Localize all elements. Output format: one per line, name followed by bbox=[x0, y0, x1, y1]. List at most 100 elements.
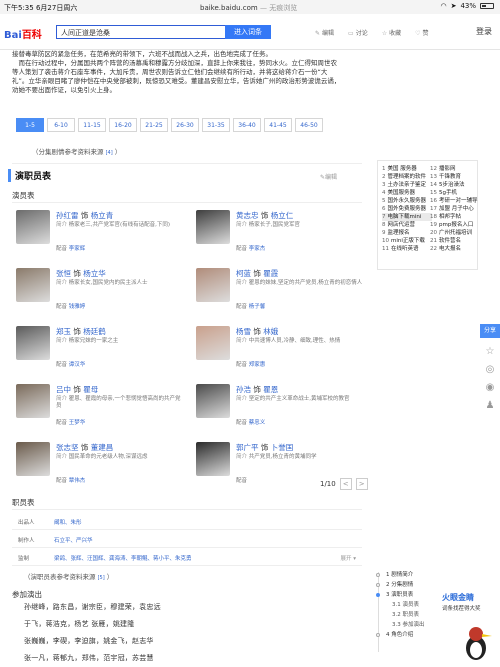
actor-card[interactable]: 柯蓝 饰 瞿霞 简介 瞿恩的妹妹,坚定的共产党员,杨立青的初恋情人 配音 杨子馨 bbox=[196, 268, 366, 320]
episode-tab[interactable]: 31-35 bbox=[202, 118, 230, 132]
dub-name[interactable]: 李家辉 bbox=[69, 246, 86, 252]
recommend-item[interactable]: 17 加盟 月子中心 bbox=[430, 205, 480, 213]
recommend-item[interactable]: 11 在线听英语 bbox=[382, 245, 432, 253]
episode-tab[interactable]: 16-20 bbox=[109, 118, 137, 132]
dub-name[interactable]: 王梦华 bbox=[69, 420, 86, 426]
actor-photo[interactable] bbox=[196, 268, 230, 302]
enter-entry-button[interactable]: 进入词条 bbox=[225, 25, 271, 39]
staff-value[interactable]: 梁鸽、张辉、汪国辉、龚海涛、李朝鲲、蒋小平、朱克勇 bbox=[54, 554, 192, 562]
actor-card[interactable]: 孙红雷 饰 杨立青 简介 杨家老三,共产党军官(有线有话配音,下同) 配音 李家辉 bbox=[16, 210, 186, 262]
episode-tab[interactable]: 26-30 bbox=[171, 118, 199, 132]
recommend-item[interactable]: 2 管理档案的软件 bbox=[382, 173, 432, 181]
recommend-item[interactable]: 14 5步治澡法 bbox=[430, 181, 480, 189]
staff-value[interactable]: 石立平、严兴华 bbox=[54, 536, 93, 544]
dub-name[interactable]: 钱雅婷 bbox=[69, 304, 86, 310]
actor-name[interactable]: 孙红雷 饰 杨立青 bbox=[56, 210, 113, 221]
pager-next-button[interactable]: > bbox=[355, 478, 368, 490]
search-input[interactable]: 人间正道是沧桑 bbox=[56, 25, 226, 39]
actor-name[interactable]: 张志坚 饰 董建昌 bbox=[56, 442, 113, 453]
recommend-item[interactable]: 15 5g手机 bbox=[430, 189, 480, 197]
dub-name[interactable]: 杨子馨 bbox=[249, 304, 266, 310]
recommend-item[interactable]: 4 美国服务器 bbox=[382, 189, 432, 197]
episode-source-ref[interactable]: [4] bbox=[106, 150, 113, 156]
actor-name[interactable]: 柯蓝 饰 瞿霞 bbox=[236, 268, 278, 279]
share-button[interactable]: 分享 bbox=[480, 324, 500, 338]
outline-item[interactable]: 4 角色介绍 bbox=[372, 630, 432, 640]
recommend-item[interactable]: 20 广州托福培训 bbox=[430, 229, 480, 237]
address-url[interactable]: baike.baidu.com — 无痕浏览 bbox=[200, 3, 297, 13]
dub-name[interactable]: 蔡忠义 bbox=[249, 420, 266, 426]
recommend-item[interactable]: 19 pmp报名入口 bbox=[430, 221, 480, 229]
recommend-item[interactable]: 22 电大报名 bbox=[430, 245, 480, 253]
actor-photo[interactable] bbox=[16, 442, 50, 476]
recommend-item[interactable]: 8 网店代运营 bbox=[382, 221, 432, 229]
outline-item[interactable]: 3 演职员表 bbox=[372, 590, 432, 600]
actor-card[interactable]: 孙浩 饰 瞿恩 简介 坚定的共产主义革命战士,黄埔军校的教官 配音 蔡忠义 bbox=[196, 384, 366, 436]
outline-item[interactable]: 1 剧情简介 bbox=[372, 570, 432, 580]
actor-card[interactable]: 郑玉 饰 杨廷鹤 简介 杨家兄妹的一家之主 配音 谭汉华 bbox=[16, 326, 186, 378]
actor-photo[interactable] bbox=[16, 384, 50, 418]
actor-card[interactable]: 黄志忠 饰 杨立仁 简介 杨家长子,国民党军官 配音 李家杰 bbox=[196, 210, 366, 262]
outline-item[interactable]: 3.3 参加演出 bbox=[372, 620, 432, 630]
weibo-icon[interactable]: ◉ bbox=[484, 382, 496, 394]
actor-card[interactable]: 张志坚 饰 董建昌 简介 国民革命的元老级人物,深谋远虑 配音 覃伟杰 bbox=[16, 442, 186, 494]
recommend-item[interactable]: 5 国外永久服务器 bbox=[382, 197, 432, 205]
recommend-item[interactable]: 13 千锋教育 bbox=[430, 173, 480, 181]
recommend-item[interactable]: 7 电脑下载mini bbox=[382, 213, 432, 221]
actor-photo[interactable] bbox=[196, 384, 230, 418]
recommend-item[interactable]: 10 mini正版下载 bbox=[382, 237, 432, 245]
actor-name[interactable]: 郑玉 饰 杨廷鹤 bbox=[56, 326, 106, 337]
actor-photo[interactable] bbox=[16, 326, 50, 360]
login-link[interactable]: 登录 bbox=[476, 26, 492, 37]
actor-photo[interactable] bbox=[196, 442, 230, 476]
dub-name[interactable]: 郑家惠 bbox=[249, 362, 266, 368]
staff-value[interactable]: 阚和、朱彤 bbox=[54, 518, 82, 526]
dub-name[interactable]: 李家杰 bbox=[249, 246, 266, 252]
episode-tab[interactable]: 6-10 bbox=[47, 118, 75, 132]
actor-card[interactable]: 张恒 饰 杨立华 简介 杨家长女,国民党内的民主派人士 配音 钱雅婷 bbox=[16, 268, 186, 320]
episode-tab[interactable]: 36-40 bbox=[233, 118, 261, 132]
actor-name[interactable]: 杨雪 饰 林娥 bbox=[236, 326, 278, 337]
qq-icon[interactable]: ♟ bbox=[484, 400, 496, 412]
recommend-item[interactable]: 16 考研一对一辅导 bbox=[430, 197, 480, 205]
outline-item[interactable]: 3.2 职员表 bbox=[372, 610, 432, 620]
staff-source-ref[interactable]: [5] bbox=[98, 575, 105, 581]
baike-logo[interactable]: Bai百科 bbox=[4, 26, 42, 41]
actor-photo[interactable] bbox=[196, 326, 230, 360]
recommend-item[interactable]: 6 国外免费服务器 bbox=[382, 205, 432, 213]
discuss-action[interactable]: ▭ 讨论 bbox=[348, 28, 368, 37]
episode-tab[interactable]: 46-50 bbox=[295, 118, 323, 132]
recommend-item[interactable]: 18 相邦字帖 bbox=[430, 213, 480, 221]
outline-item[interactable]: 3.1 演员表 bbox=[372, 600, 432, 610]
recommend-item[interactable]: 12 播影网 bbox=[430, 165, 480, 173]
star-icon[interactable]: ☆ bbox=[484, 346, 496, 358]
outline-item[interactable]: 2 分集剧情 bbox=[372, 580, 432, 590]
dub-name[interactable]: 覃伟杰 bbox=[69, 478, 86, 484]
actor-name[interactable]: 吕中 饰 瞿母 bbox=[56, 384, 98, 395]
pager-prev-button[interactable]: < bbox=[339, 478, 352, 490]
recommend-item[interactable]: 3 土办法亲子鉴定 bbox=[382, 181, 432, 189]
actor-name[interactable]: 孙浩 饰 瞿恩 bbox=[236, 384, 278, 395]
episode-tab[interactable]: 41-45 bbox=[264, 118, 292, 132]
actor-card[interactable]: 吕中 饰 瞿母 简介 瞿恩、瞿霞的母亲,一个悲悯觉悟高尚的共产党员 配音 王梦华 bbox=[16, 384, 186, 436]
actor-name[interactable]: 郭广平 饰 卜誉国 bbox=[236, 442, 293, 453]
expand-button[interactable]: 展开 ▾ bbox=[340, 554, 356, 562]
cast-edit-link[interactable]: ✎编辑 bbox=[320, 172, 337, 181]
recommend-item[interactable]: 1 美国 服务器 bbox=[382, 165, 432, 173]
actor-photo[interactable] bbox=[196, 210, 230, 244]
actor-name[interactable]: 黄志忠 饰 杨立仁 bbox=[236, 210, 293, 221]
episode-tab[interactable]: 21-25 bbox=[140, 118, 168, 132]
recommend-item[interactable]: 9 监理报名 bbox=[382, 229, 432, 237]
wechat-icon[interactable]: ◎ bbox=[484, 364, 496, 376]
dub-name[interactable]: 谭汉华 bbox=[69, 362, 86, 368]
episode-tab[interactable]: 1-5 bbox=[16, 118, 44, 132]
episode-tab[interactable]: 11-15 bbox=[78, 118, 106, 132]
actor-name[interactable]: 张恒 饰 杨立华 bbox=[56, 268, 106, 279]
recommend-item[interactable]: 21 软件营名 bbox=[430, 237, 480, 245]
actor-card[interactable]: 杨雪 饰 林娥 简介 中共速博人员,冷静、细致,理性、热情 配音 郑家惠 bbox=[196, 326, 366, 378]
actor-photo[interactable] bbox=[16, 210, 50, 244]
promo-ad[interactable]: 火眼金睛 词条找茬得大奖 bbox=[442, 592, 500, 667]
actor-photo[interactable] bbox=[16, 268, 50, 302]
edit-action[interactable]: ✎ 编辑 bbox=[315, 28, 334, 37]
like-action[interactable]: ♡ 赞 bbox=[415, 28, 428, 37]
